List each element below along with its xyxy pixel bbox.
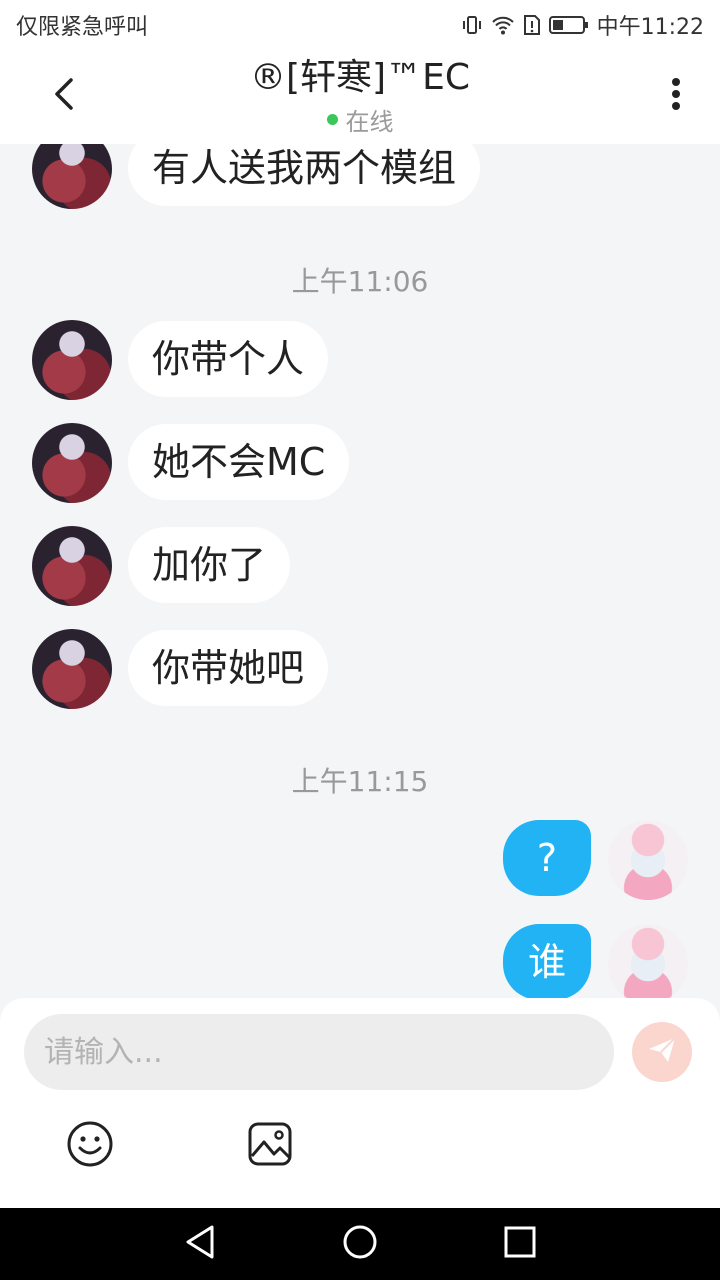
online-status: 在线	[160, 102, 560, 137]
online-dot	[326, 114, 338, 125]
sim-alert-icon	[523, 14, 541, 36]
incoming-message: 加你了	[128, 527, 291, 603]
back-triangle-icon	[184, 1224, 216, 1264]
chat-header: ®[轩寒]™EC 在线	[0, 50, 720, 144]
more-vertical-icon	[671, 74, 681, 118]
title-block: ®[轩寒]™EC 在线	[160, 56, 560, 137]
status-icons: 中午11:22	[461, 9, 704, 41]
send-button[interactable]	[632, 1022, 692, 1082]
send-icon	[646, 1034, 678, 1070]
status-time: 中午11:22	[596, 15, 704, 40]
more-options-button[interactable]	[652, 72, 700, 120]
recents-square-icon	[503, 1225, 537, 1263]
nav-recents-button[interactable]	[500, 1224, 540, 1264]
image-icon	[246, 1120, 294, 1172]
emoji-button[interactable]	[64, 1120, 116, 1172]
outgoing-message: 谁	[503, 924, 591, 1000]
online-status-text: 在线	[345, 108, 394, 136]
composer-panel	[0, 998, 720, 1208]
incoming-message: 你带个人	[128, 321, 329, 397]
battery-icon	[548, 14, 589, 36]
contact-avatar[interactable]	[32, 423, 112, 503]
contact-avatar[interactable]	[32, 629, 112, 709]
image-button[interactable]	[244, 1120, 296, 1172]
message-input[interactable]	[24, 1014, 614, 1090]
contact-avatar[interactable]	[32, 144, 112, 209]
carrier-text: 仅限紧急呼叫	[16, 15, 149, 40]
my-avatar[interactable]	[608, 924, 688, 1000]
contact-avatar[interactable]	[32, 526, 112, 606]
system-nav-bar	[0, 1208, 720, 1280]
home-circle-icon	[342, 1224, 378, 1264]
chat-title: ®[轩寒]™EC	[250, 57, 470, 98]
incoming-message: 有人送我两个模组	[128, 144, 481, 206]
nav-home-button[interactable]	[340, 1224, 380, 1264]
vibrate-icon	[461, 14, 483, 36]
wifi-icon	[491, 14, 515, 36]
emoji-icon	[66, 1120, 114, 1172]
message-list[interactable]: 有人送我两个模组 上午11:06 你带个人 她不会MC 加你了 你带她吧 上午1…	[0, 144, 720, 1000]
outgoing-message: ?	[503, 820, 591, 896]
contact-avatar[interactable]	[32, 320, 112, 400]
message-timestamp: 上午11:06	[291, 265, 429, 298]
message-timestamp: 上午11:15	[291, 765, 429, 798]
status-bar: 仅限紧急呼叫 中午11:22	[0, 0, 720, 50]
chevron-left-icon	[49, 74, 79, 118]
incoming-message: 她不会MC	[128, 424, 350, 500]
back-button[interactable]	[40, 72, 88, 120]
my-avatar[interactable]	[608, 820, 688, 900]
nav-back-button[interactable]	[180, 1224, 220, 1264]
incoming-message: 你带她吧	[128, 630, 329, 706]
